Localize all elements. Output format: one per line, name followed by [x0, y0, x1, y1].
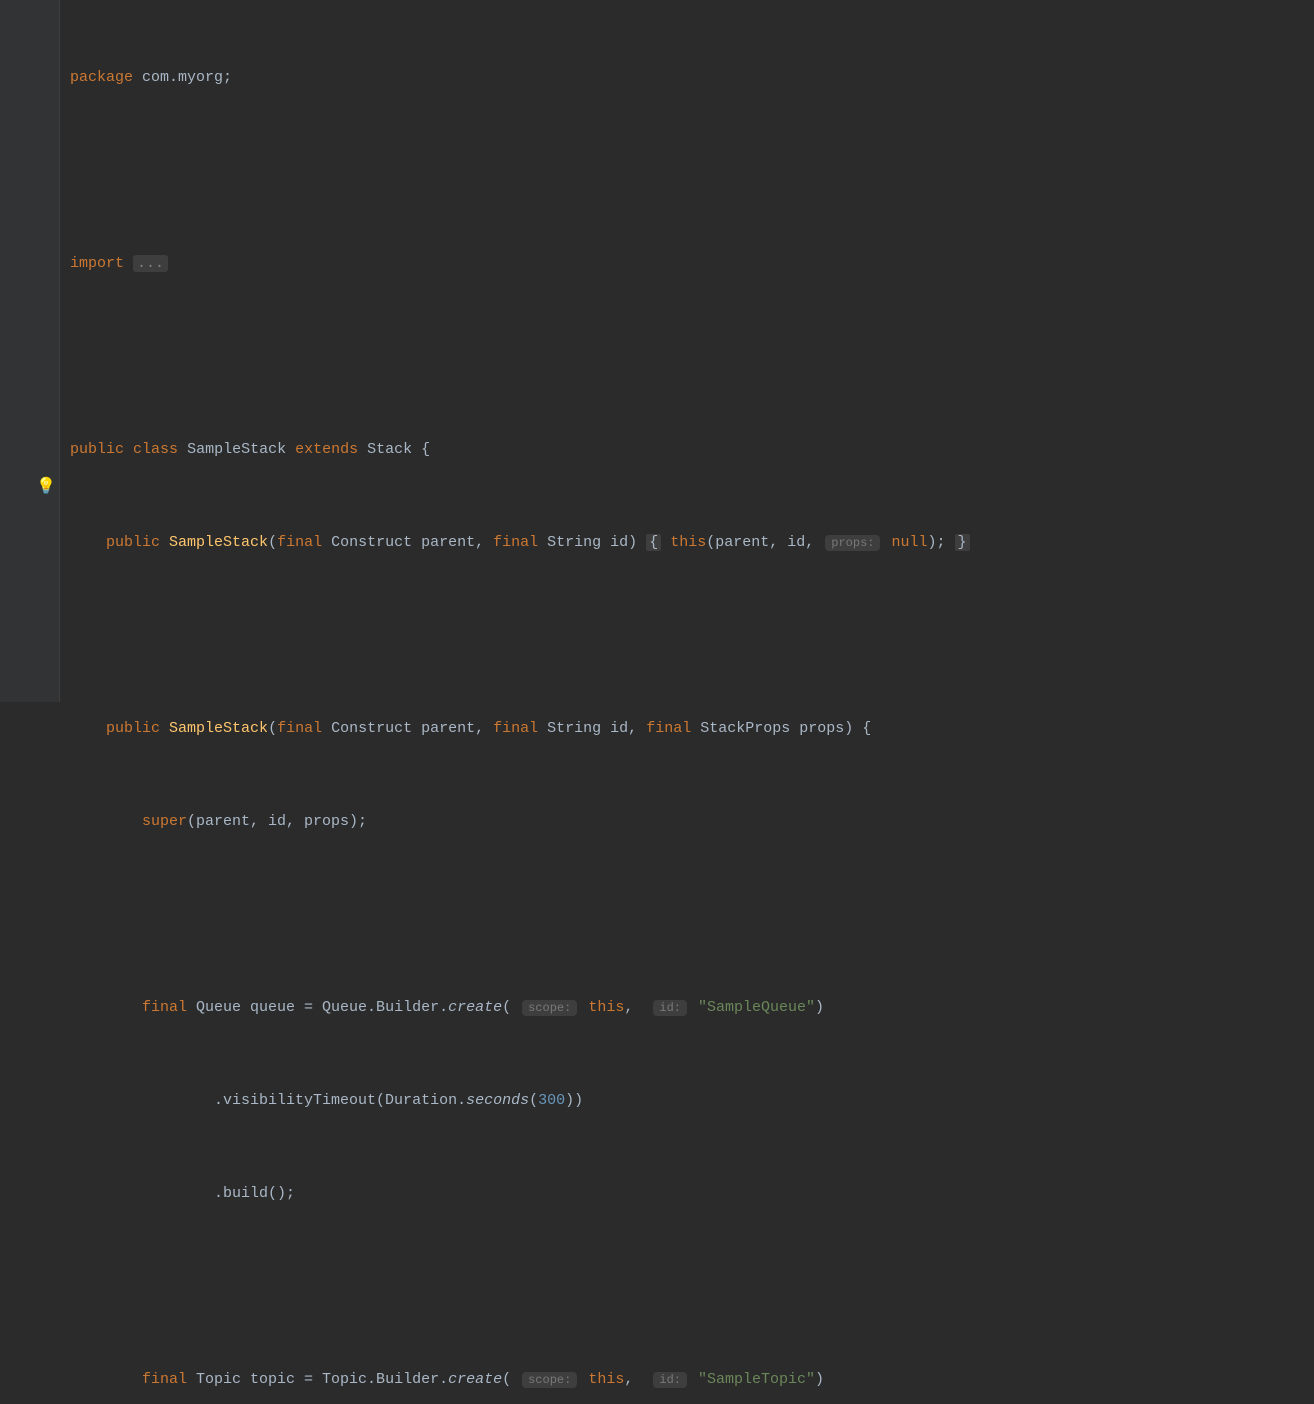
- lightbulb-icon[interactable]: 💡: [36, 472, 56, 503]
- code-line: super(parent, id, props);: [70, 806, 1314, 837]
- code-line: [70, 899, 1314, 930]
- code-line: package com.myorg;: [70, 62, 1314, 93]
- code-line: [70, 1271, 1314, 1302]
- code-line: final Queue queue = Queue.Builder.create…: [70, 992, 1314, 1023]
- code-line: public SampleStack(final Construct paren…: [70, 713, 1314, 744]
- editor-gutter: 💡: [0, 0, 60, 702]
- code-line: public SampleStack(final Construct paren…: [70, 527, 1314, 558]
- code-line: .build();: [70, 1178, 1314, 1209]
- code-line: [70, 620, 1314, 651]
- param-hint: id:: [653, 1000, 687, 1016]
- code-line: [70, 341, 1314, 372]
- code-line: [70, 155, 1314, 186]
- code-line: final Topic topic = Topic.Builder.create…: [70, 1364, 1314, 1395]
- param-hint: scope:: [522, 1000, 577, 1016]
- folded-region[interactable]: ...: [133, 255, 168, 272]
- code-area[interactable]: package com.myorg; import ... public cla…: [60, 0, 1314, 702]
- param-hint: scope:: [522, 1372, 577, 1388]
- code-line: public class SampleStack extends Stack {: [70, 434, 1314, 465]
- code-line: import ...: [70, 248, 1314, 279]
- code-editor[interactable]: 💡 package com.myorg; import ... public c…: [0, 0, 1314, 702]
- param-hint: id:: [653, 1372, 687, 1388]
- code-line: .visibilityTimeout(Duration.seconds(300)…: [70, 1085, 1314, 1116]
- param-hint: props:: [825, 535, 880, 551]
